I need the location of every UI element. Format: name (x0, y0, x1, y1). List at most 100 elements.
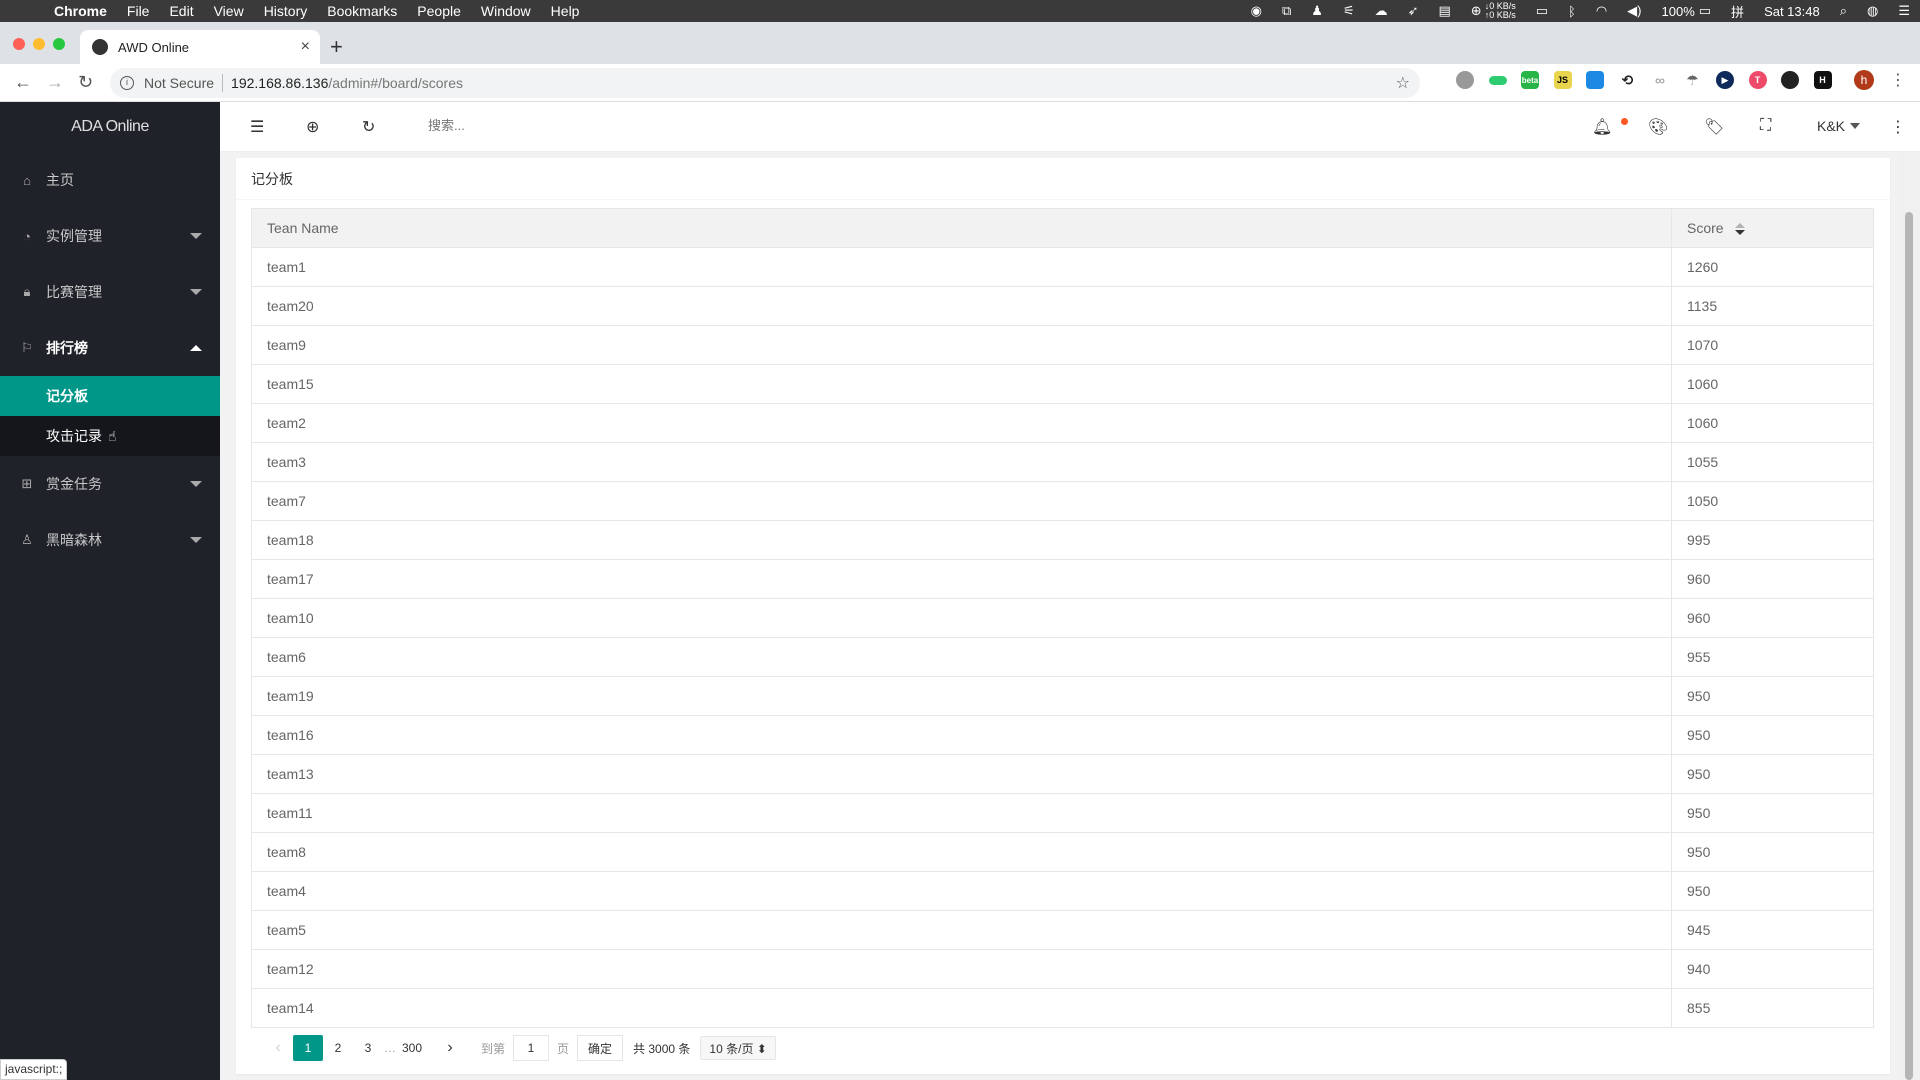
clock[interactable]: Sat 13:48 (1764, 4, 1820, 19)
info-icon[interactable]: i (120, 76, 134, 90)
pagination: ‹ 1 2 3 … 300 › 到第 页 确定 共 3000 条 10 条/页 … (251, 1028, 1874, 1068)
globe-icon[interactable]: ⊕ ↓0 KB/s ↑0 KB/s (1471, 2, 1516, 20)
menu-history[interactable]: History (264, 3, 308, 19)
menu-app[interactable]: Chrome (54, 3, 107, 19)
drive-icon[interactable]: ▤ (1439, 3, 1451, 19)
page-last[interactable]: 300 (397, 1035, 427, 1061)
send-icon[interactable]: ➶ (1408, 3, 1419, 19)
extension-sync-icon[interactable]: ⟲ (1619, 71, 1637, 89)
sort-icon[interactable] (1735, 223, 1746, 236)
wifi-icon[interactable]: ◠ (1596, 3, 1607, 19)
next-page-button[interactable]: › (435, 1035, 465, 1061)
tag-icon[interactable]: 🏷︎ (1704, 117, 1724, 137)
app-logo[interactable]: ADA Online (0, 102, 220, 152)
volume-icon[interactable]: ◀) (1627, 3, 1641, 19)
team-name-cell: team11 (251, 793, 1672, 833)
divider (222, 74, 224, 92)
display-icon[interactable]: ▭ (1536, 3, 1548, 19)
globe-icon[interactable]: ⊕ (306, 117, 319, 137)
extension-t-icon[interactable]: T (1748, 71, 1767, 89)
score-cell: 960 (1671, 598, 1874, 638)
record-icon[interactable]: ◉ (1251, 3, 1262, 19)
team-name-cell: team17 (251, 559, 1672, 599)
page-scrollbar[interactable] (1900, 152, 1920, 1080)
extension-h-icon[interactable]: H (1813, 71, 1832, 89)
search-input[interactable] (428, 118, 628, 133)
sidebar-subitem-scoreboard[interactable]: 记分板 (0, 376, 220, 416)
lock-icon: 🔒︎ (23, 284, 31, 299)
close-window-button[interactable] (13, 38, 25, 50)
confirm-button[interactable]: 确定 (577, 1035, 624, 1061)
input-method[interactable]: 拼 (1731, 2, 1744, 21)
sidebar-item-bounty[interactable]: ⊞ 赏金任务 (0, 456, 220, 512)
more-icon[interactable]: ⋮ (1890, 117, 1906, 137)
menu-bookmarks[interactable]: Bookmarks (327, 3, 397, 19)
page-1[interactable]: 1 (293, 1035, 323, 1061)
sidebar-item-label: 主页 (46, 172, 74, 188)
extension-toggle-icon[interactable] (1488, 75, 1507, 85)
scoreboard-card: 记分板 Tean Name Score team1 1260 team20 1135 t… (236, 158, 1890, 1074)
sidebar-subitem-attack-log[interactable]: 攻击记录 ☝ (0, 416, 220, 456)
profile-avatar[interactable]: h (1854, 70, 1874, 90)
back-icon[interactable]: ← (14, 72, 32, 93)
new-tab-button[interactable]: + (330, 34, 343, 60)
signal-icon[interactable]: ⚟ (1343, 3, 1355, 19)
spotlight-icon[interactable]: ⌕ (1840, 3, 1847, 19)
extension-links-icon[interactable]: ∞ (1651, 71, 1669, 89)
forward-icon[interactable]: → (46, 72, 64, 93)
menu-window[interactable]: Window (481, 3, 531, 19)
window-icon[interactable]: ⧉ (1282, 3, 1291, 19)
menu-edit[interactable]: Edit (169, 3, 193, 19)
extension-beta-icon[interactable]: beta (1521, 71, 1539, 89)
browser-tab[interactable]: AWD Online × (80, 30, 320, 64)
bell-icon[interactable]: 🔔︎ (1592, 117, 1612, 137)
fullscreen-icon[interactable]: ⛶ (1760, 117, 1771, 135)
score-cell: 955 (1671, 637, 1874, 677)
user-menu[interactable]: K&K (1817, 118, 1861, 134)
menu-view[interactable]: View (214, 3, 244, 19)
address-bar[interactable]: i Not Secure 192.168.86.136 /admin#/boar… (110, 68, 1420, 98)
security-label[interactable]: Not Secure (144, 75, 214, 91)
sidebar-item-instances[interactable]: ◔ 实例管理 (0, 208, 220, 264)
maximize-window-button[interactable] (53, 38, 65, 50)
close-tab-icon[interactable]: × (301, 38, 310, 56)
score-cell: 1070 (1671, 325, 1874, 365)
menu-file[interactable]: File (127, 3, 150, 19)
prev-page-button[interactable]: ‹ (263, 1035, 293, 1061)
refresh-icon[interactable]: ↻ (362, 117, 375, 137)
extension-parachute-icon[interactable]: ☂ (1684, 71, 1702, 89)
notification-center-icon[interactable]: ☰ (1898, 3, 1910, 19)
team-name-cell: team1 (251, 247, 1672, 287)
sidebar-item-contest[interactable]: 🔒︎ 比赛管理 (0, 264, 220, 320)
extension-record-icon[interactable] (1456, 71, 1474, 89)
sidebar-item-dark-forest[interactable]: ♙ 黑暗森林 (0, 512, 220, 568)
page-3[interactable]: 3 (353, 1035, 383, 1061)
page-size-select[interactable]: 10 条/页 ⬍ (700, 1036, 776, 1060)
minimize-window-button[interactable] (33, 38, 45, 50)
qq-icon[interactable]: ♟ (1311, 3, 1323, 19)
chrome-menu-icon[interactable]: ⋮ (1890, 70, 1906, 90)
column-score[interactable]: Score (1671, 208, 1874, 248)
collapse-menu-icon[interactable]: ☰ (250, 117, 264, 137)
battery-label[interactable]: 100% (1662, 4, 1695, 19)
score-cell: 950 (1671, 793, 1874, 833)
extension-js-icon[interactable]: JS (1553, 71, 1572, 89)
browser-toolbar: ← → ↻ i Not Secure 192.168.86.136 /admin… (0, 64, 1920, 102)
extension-spy-icon[interactable] (1781, 71, 1799, 89)
menu-help[interactable]: Help (551, 3, 580, 19)
battery-icon: ▭ (1698, 3, 1712, 18)
extension-tag-icon[interactable] (1586, 71, 1604, 89)
scrollbar-thumb[interactable] (1905, 212, 1913, 1080)
reload-icon[interactable]: ↻ (78, 72, 93, 93)
siri-icon[interactable]: ◍ (1867, 3, 1878, 19)
sidebar-item-home[interactable]: ⌂ 主页 (0, 152, 220, 208)
goto-page-input[interactable] (513, 1035, 550, 1061)
sidebar-item-leaderboard[interactable]: ⚐ 排行榜 (0, 320, 220, 376)
menu-people[interactable]: People (417, 3, 461, 19)
bookmark-star-icon[interactable]: ☆ (1396, 73, 1410, 93)
bluetooth-icon[interactable]: ᛒ (1568, 4, 1576, 19)
page-2[interactable]: 2 (323, 1035, 353, 1061)
extension-play-icon[interactable]: ▶ (1716, 71, 1734, 89)
wechat-icon[interactable]: ☁ (1375, 3, 1388, 19)
palette-icon[interactable]: 🎨︎ (1648, 117, 1668, 137)
